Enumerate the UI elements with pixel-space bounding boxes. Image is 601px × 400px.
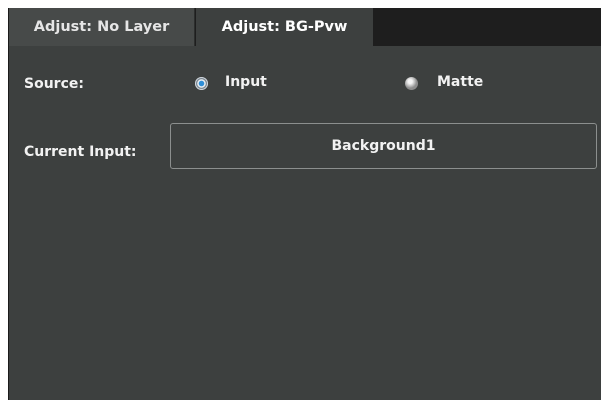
radio-input-label[interactable]: Input (225, 74, 267, 90)
tab-label: Adjust: BG-Pvw (221, 19, 348, 35)
radio-input-icon[interactable] (195, 77, 208, 90)
current-input-label: Current Input: (24, 144, 137, 160)
radio-matte-label[interactable]: Matte (437, 74, 483, 90)
current-input-field[interactable]: Background1 (170, 123, 597, 169)
adjust-panel: Adjust: No Layer Adjust: BG-Pvw Source: … (8, 8, 601, 400)
tab-label: Adjust: No Layer (33, 19, 170, 35)
screenshot-frame: Adjust: No Layer Adjust: BG-Pvw Source: … (0, 0, 601, 400)
tab-adjust-no-layer[interactable]: Adjust: No Layer (9, 8, 195, 46)
radio-matte-icon[interactable] (405, 77, 418, 90)
tab-bar: Adjust: No Layer Adjust: BG-Pvw (9, 8, 601, 46)
source-label: Source: (24, 76, 84, 92)
tab-adjust-bg-pvw[interactable]: Adjust: BG-Pvw (196, 8, 373, 46)
